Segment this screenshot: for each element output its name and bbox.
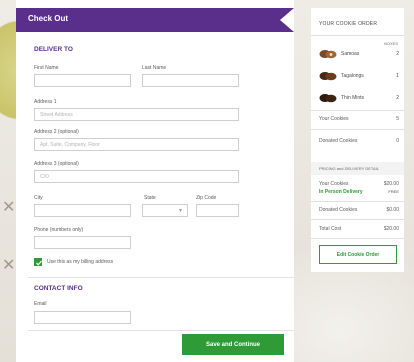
address2-label: Address 2 (optional) xyxy=(34,129,79,135)
phone-label: Phone (numbers only) xyxy=(34,227,84,233)
cookie-order-panel: YOUR COOKIE ORDER BOXES Samoas 2 Tagalon… xyxy=(311,8,404,272)
divider xyxy=(311,219,404,220)
city-input[interactable] xyxy=(34,204,131,217)
tagalongs-cookie-icon xyxy=(319,72,337,81)
order-title: YOUR COOKIE ORDER xyxy=(319,21,378,27)
order-item-name: Thin Mints xyxy=(341,95,365,101)
address2-input[interactable]: Apt, Suite, Company, Floor xyxy=(34,138,239,151)
email-input[interactable] xyxy=(34,311,131,324)
donated-cookies-row: Donated Cookies 0 xyxy=(319,138,399,144)
page-title: Check Out xyxy=(28,14,69,23)
address3-label: Address 3 (optional) xyxy=(34,161,79,167)
chevron-down-icon: ▾ xyxy=(178,208,182,214)
order-item-qty: 2 xyxy=(396,51,399,57)
order-item-row: Tagalongs 1 xyxy=(319,71,399,81)
delivery-method-row: In Person Delivery FREE xyxy=(319,189,399,195)
phone-input[interactable] xyxy=(34,236,131,249)
last-name-input[interactable] xyxy=(142,74,239,87)
divider xyxy=(311,35,404,36)
zip-input[interactable] xyxy=(196,204,239,217)
save-and-continue-button[interactable]: Save and Continue xyxy=(182,334,284,355)
order-item-row: Samoas 2 xyxy=(319,49,399,59)
checkout-panel: Check Out DELIVER TO First Name Last Nam… xyxy=(16,0,294,362)
divider xyxy=(311,129,404,130)
first-name-input[interactable] xyxy=(34,74,131,87)
deliver-to-heading: DELIVER TO xyxy=(34,46,73,53)
decorative-mark-icon: ✕ xyxy=(2,199,16,216)
state-label: State xyxy=(144,195,156,201)
section-divider xyxy=(28,277,294,278)
email-label: Email xyxy=(34,301,47,307)
contact-info-heading: CONTACT INFO xyxy=(34,285,83,292)
order-item-qty: 1 xyxy=(396,73,399,79)
order-item-qty: 2 xyxy=(396,95,399,101)
total-cost-row: Total Cost $20.00 xyxy=(319,226,399,232)
checkmark-icon xyxy=(36,260,42,266)
first-name-label: First Name xyxy=(34,65,59,71)
state-select[interactable]: ▾ xyxy=(142,204,188,217)
checkout-banner: Check Out xyxy=(16,8,294,32)
samoas-cookie-icon xyxy=(319,50,337,59)
divider xyxy=(311,110,404,111)
thin-mints-cookie-icon xyxy=(319,94,337,103)
boxes-header: BOXES xyxy=(384,41,398,46)
billing-address-checkbox[interactable] xyxy=(34,258,42,266)
divider xyxy=(311,201,404,202)
decorative-mark-icon: ✕ xyxy=(2,257,16,274)
price-donated-row: Donated Cookies $0.00 xyxy=(319,207,399,213)
last-name-label: Last Name xyxy=(142,65,167,71)
your-cookies-row: Your Cookies 5 xyxy=(319,116,399,122)
zip-label: Zip Code xyxy=(196,195,217,201)
order-item-name: Tagalongs xyxy=(341,73,364,79)
address1-input[interactable]: Street Address xyxy=(34,108,239,121)
order-item-name: Samoas xyxy=(341,51,360,57)
section-divider xyxy=(28,330,294,331)
price-your-cookies-row: Your Cookies $20.00 xyxy=(319,181,399,187)
address3-input[interactable]: C/O xyxy=(34,170,239,183)
order-item-row: Thin Mints 2 xyxy=(319,93,399,103)
billing-address-label: Use this as my billing address xyxy=(47,259,114,265)
edit-cookie-order-button[interactable]: Edit Cookie Order xyxy=(319,245,397,264)
pricing-delivery-band: PRICING and DELIVERY DETAIL xyxy=(311,162,404,175)
divider xyxy=(311,238,404,239)
city-label: City xyxy=(34,195,43,201)
address1-label: Address 1 xyxy=(34,99,57,105)
